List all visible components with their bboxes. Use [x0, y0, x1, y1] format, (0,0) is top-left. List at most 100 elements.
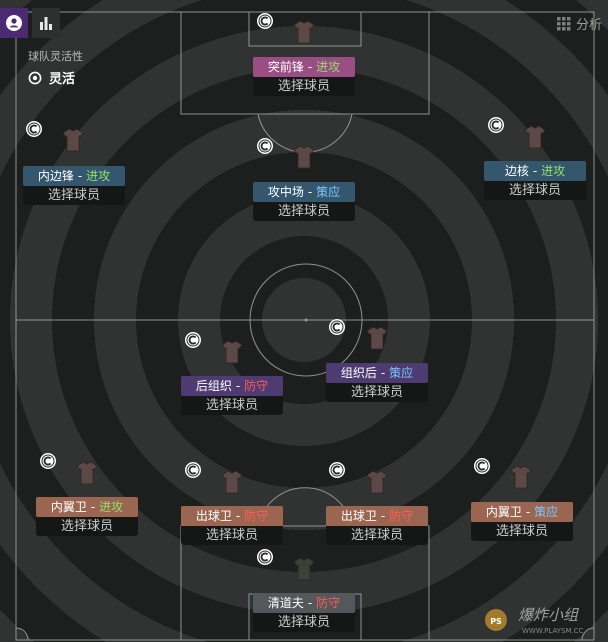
player-shirt-icon[interactable] [510, 465, 532, 489]
role-duty: 进攻 [86, 169, 111, 183]
analysis-label: 分析 [575, 18, 602, 33]
position-slot-inside-forward-left[interactable]: 内边锋 - 进攻 选择球员 [23, 166, 125, 205]
player-shirt-icon[interactable] [293, 145, 315, 169]
role-badge-icon[interactable] [473, 457, 491, 475]
player-shirt-icon[interactable] [366, 326, 388, 350]
svg-text:爆炸小组: 爆炸小组 [518, 606, 580, 624]
role-separator: - [77, 169, 83, 183]
stats-view-button[interactable] [32, 8, 60, 38]
role-duty: 防守 [244, 509, 269, 523]
player-shirt-icon[interactable] [293, 557, 315, 581]
position-slot-deep-playmaker[interactable]: 后组织 - 防守 选择球员 [181, 376, 283, 415]
role-duty: 策应 [316, 185, 341, 199]
position-slot-ball-playing-defender-right[interactable]: 出球卫 - 防守 选择球员 [326, 506, 428, 545]
role-name: 内边锋 [37, 169, 74, 183]
select-player-button[interactable]: 选择球员 [23, 186, 125, 205]
watermark-logo: PS 爆炸小组 WWW.PLAYSM.CC [478, 602, 606, 638]
role-separator: - [380, 509, 386, 523]
player-shirt-icon[interactable] [221, 340, 243, 364]
role-duty: 策应 [534, 505, 559, 519]
role-separator: - [307, 60, 313, 74]
role-tag[interactable]: 攻中场 - 策应 [253, 182, 355, 202]
role-tag[interactable]: 边核 - 进攻 [484, 161, 586, 181]
role-badge-icon[interactable] [487, 116, 505, 134]
position-slot-striker[interactable]: 突前锋 - 进攻 选择球员 [253, 57, 355, 96]
select-player-button[interactable]: 选择球员 [181, 396, 283, 415]
role-name: 攻中场 [267, 185, 304, 199]
role-duty: 进攻 [541, 164, 566, 178]
role-duty: 防守 [389, 509, 414, 523]
select-player-button[interactable]: 选择球员 [326, 383, 428, 402]
analysis-button[interactable]: 分析 [556, 14, 602, 33]
role-name: 组织后 [340, 366, 377, 380]
position-slot-sweeper-keeper[interactable]: 清道夫 - 防守 选择球员 [253, 593, 355, 632]
bar-chart-icon [40, 17, 52, 30]
tactics-pitch [0, 0, 608, 642]
position-slot-regista[interactable]: 组织后 - 策应 选择球员 [326, 363, 428, 402]
role-duty: 策应 [389, 366, 414, 380]
person-icon [6, 15, 22, 31]
role-duty: 防守 [244, 379, 269, 393]
position-slot-inverted-wingback-right[interactable]: 内翼卫 - 策应 选择球员 [471, 502, 573, 541]
select-player-button[interactable]: 选择球员 [36, 517, 138, 536]
role-duty: 进攻 [316, 60, 341, 74]
player-shirt-icon[interactable] [76, 461, 98, 485]
role-name: 出球卫 [195, 509, 232, 523]
position-slot-inverted-wingback-left[interactable]: 内翼卫 - 进攻 选择球员 [36, 497, 138, 536]
select-player-button[interactable]: 选择球员 [253, 202, 355, 221]
role-name: 突前锋 [267, 60, 304, 74]
role-duty: 防守 [316, 596, 341, 610]
team-flexibility[interactable]: 球队灵活性 灵活 [28, 48, 83, 87]
select-player-button[interactable]: 选择球员 [484, 181, 586, 200]
role-separator: - [235, 509, 241, 523]
role-tag[interactable]: 出球卫 - 防守 [181, 506, 283, 526]
role-badge-icon[interactable] [328, 461, 346, 479]
select-player-button[interactable]: 选择球员 [181, 526, 283, 545]
role-badge-icon[interactable] [184, 461, 202, 479]
role-name: 清道夫 [267, 596, 304, 610]
role-badge-icon[interactable] [39, 452, 57, 470]
player-shirt-icon[interactable] [366, 470, 388, 494]
role-separator: - [307, 596, 313, 610]
role-badge-icon[interactable] [25, 120, 43, 138]
svg-text:WWW.PLAYSM.CC: WWW.PLAYSM.CC [522, 627, 584, 635]
player-shirt-icon[interactable] [524, 125, 546, 149]
position-slot-ball-playing-defender-left[interactable]: 出球卫 - 防守 选择球员 [181, 506, 283, 545]
role-name: 内翼卫 [485, 505, 522, 519]
role-tag[interactable]: 后组织 - 防守 [181, 376, 283, 396]
role-badge-icon[interactable] [256, 12, 274, 30]
role-badge-icon[interactable] [256, 548, 274, 566]
role-tag[interactable]: 出球卫 - 防守 [326, 506, 428, 526]
role-name: 后组织 [195, 379, 232, 393]
select-player-button[interactable]: 选择球员 [253, 77, 355, 96]
team-flexibility-label: 球队灵活性 [28, 50, 83, 63]
select-player-button[interactable]: 选择球员 [253, 613, 355, 632]
role-tag[interactable]: 内翼卫 - 进攻 [36, 497, 138, 517]
role-name: 边核 [504, 164, 529, 178]
role-separator: - [90, 500, 96, 514]
role-badge-icon[interactable] [184, 331, 202, 349]
player-shirt-icon[interactable] [293, 20, 315, 44]
role-badge-icon[interactable] [256, 137, 274, 155]
svg-text:PS: PS [490, 617, 502, 626]
position-slot-attacking-midfielder[interactable]: 攻中场 - 策应 选择球员 [253, 182, 355, 221]
role-tag[interactable]: 内边锋 - 进攻 [23, 166, 125, 186]
position-slot-wing-back-right-attack[interactable]: 边核 - 进攻 选择球员 [484, 161, 586, 200]
role-duty: 进攻 [99, 500, 124, 514]
player-shirt-icon[interactable] [221, 470, 243, 494]
role-separator: - [380, 366, 386, 380]
role-name: 出球卫 [340, 509, 377, 523]
team-view-button[interactable] [0, 8, 28, 38]
select-player-button[interactable]: 选择球员 [326, 526, 428, 545]
role-tag[interactable]: 内翼卫 - 策应 [471, 502, 573, 522]
role-tag[interactable]: 组织后 - 策应 [326, 363, 428, 383]
grid-icon [556, 16, 571, 30]
team-flexibility-value: 灵活 [49, 72, 76, 87]
select-player-button[interactable]: 选择球员 [471, 522, 573, 541]
player-shirt-icon[interactable] [62, 128, 84, 152]
role-tag[interactable]: 清道夫 - 防守 [253, 593, 355, 613]
role-badge-icon[interactable] [328, 318, 346, 336]
role-separator: - [235, 379, 241, 393]
role-name: 内翼卫 [50, 500, 87, 514]
role-tag[interactable]: 突前锋 - 进攻 [253, 57, 355, 77]
